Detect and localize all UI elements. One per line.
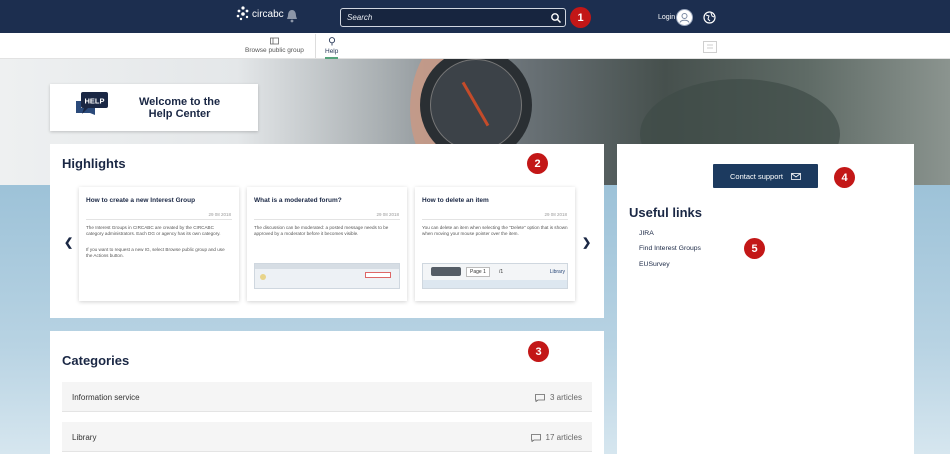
chat-bubble-icon xyxy=(530,433,541,442)
card-divider xyxy=(422,219,568,220)
card-title[interactable]: How to delete an item xyxy=(422,197,489,204)
nav-help[interactable]: Help xyxy=(325,37,338,55)
categories-panel: Categories Information service 3 article… xyxy=(50,331,604,454)
welcome-card: HELP Welcome to the Help Center xyxy=(50,84,258,131)
welcome-line-2: Help Center xyxy=(148,107,211,120)
highlights-panel: Highlights ❮ ❯ How to create a new Inter… xyxy=(50,144,604,318)
category-row[interactable]: Information service 3 articles xyxy=(62,382,592,412)
category-count-text: 17 articles xyxy=(545,433,582,442)
chat-bubble-icon xyxy=(535,393,545,402)
carousel-prev-icon[interactable]: ❮ xyxy=(64,236,73,249)
welcome-line-1: Welcome to the xyxy=(139,95,221,108)
language-globe-icon[interactable] xyxy=(703,11,716,29)
card-screenshot xyxy=(254,263,400,289)
admin-icon[interactable] xyxy=(703,40,717,58)
user-avatar-icon[interactable] xyxy=(676,9,693,26)
category-count: 3 articles xyxy=(535,393,582,402)
carousel-next-icon[interactable]: ❯ xyxy=(582,236,591,249)
circabc-logo[interactable]: circabc xyxy=(236,5,284,23)
help-chat-icon: HELP xyxy=(75,91,109,124)
nav-browse-public-group[interactable]: Browse public group xyxy=(245,37,304,54)
card-date: 29 08 2018 xyxy=(544,212,567,217)
help-badge-text: HELP xyxy=(84,97,104,106)
annotation-marker: 5 xyxy=(744,238,765,259)
page-select: Page 1 xyxy=(466,267,490,277)
top-bar: circabc Search Login xyxy=(0,0,950,33)
secondary-nav xyxy=(0,33,950,59)
search-input[interactable]: Search xyxy=(347,13,372,22)
login-link[interactable]: Login xyxy=(658,14,675,21)
card-body-text-2: If you want to request a new IG, select … xyxy=(86,247,225,258)
categories-title: Categories xyxy=(62,353,130,368)
card-title[interactable]: What is a moderated forum? xyxy=(254,197,342,204)
nav-divider xyxy=(315,34,316,58)
library-label: Library xyxy=(549,269,565,275)
welcome-title: Welcome to the Help Center xyxy=(139,96,220,120)
category-name: Information service xyxy=(72,393,140,402)
card-body: The Interest Groups in CIRCABC are creat… xyxy=(86,225,232,259)
annotation-marker: 1 xyxy=(570,7,591,28)
card-divider xyxy=(86,219,232,220)
useful-link-eusurvey[interactable]: EUSurvey xyxy=(639,261,670,268)
highlight-card[interactable]: How to create a new Interest Group 29 08… xyxy=(79,187,239,301)
nav-browse-label: Browse public group xyxy=(245,47,304,54)
card-divider xyxy=(254,219,400,220)
nav-help-label: Help xyxy=(325,48,339,55)
card-body: You can delete an item when selecting th… xyxy=(422,225,568,236)
sidebar-panel: Contact support Useful links JIRA Find I… xyxy=(617,144,914,454)
logo-text: circabc xyxy=(252,8,284,20)
page-total: /1 xyxy=(499,269,504,275)
annotation-marker: 3 xyxy=(528,341,549,362)
card-screenshot: Page 1 /1 Library xyxy=(422,263,568,289)
contact-support-button[interactable]: Contact support xyxy=(713,164,818,188)
search-box[interactable]: Search xyxy=(340,8,566,27)
bell-icon[interactable] xyxy=(286,9,298,28)
useful-links-title: Useful links xyxy=(629,205,702,220)
annotation-marker: 2 xyxy=(527,153,548,174)
search-icon[interactable] xyxy=(550,11,562,29)
useful-link-jira[interactable]: JIRA xyxy=(639,230,654,237)
category-row[interactable]: Library 17 articles xyxy=(62,422,592,452)
category-count-text: 3 articles xyxy=(549,393,582,402)
contact-support-label: Contact support xyxy=(730,171,783,181)
circabc-logo-icon xyxy=(236,6,249,21)
card-date: 29 08 2018 xyxy=(208,212,231,217)
category-name: Library xyxy=(72,433,97,442)
help-bulb-icon xyxy=(328,37,335,46)
card-title[interactable]: How to create a new Interest Group xyxy=(86,197,195,204)
category-count: 17 articles xyxy=(530,433,582,442)
card-body-text: The Interest Groups in CIRCABC are creat… xyxy=(86,225,221,236)
useful-link-find-interest-groups[interactable]: Find Interest Groups xyxy=(639,245,701,252)
library-icon xyxy=(270,37,279,45)
annotation-marker: 4 xyxy=(834,167,855,188)
highlights-title: Highlights xyxy=(62,156,126,171)
card-body: The discussion can be moderated: a poste… xyxy=(254,225,389,236)
card-date: 29 08 2018 xyxy=(376,212,399,217)
highlight-card[interactable]: How to delete an item 29 08 2018 You can… xyxy=(415,187,575,301)
envelope-icon xyxy=(791,172,801,180)
highlight-card[interactable]: What is a moderated forum? 29 08 2018 Th… xyxy=(247,187,407,301)
